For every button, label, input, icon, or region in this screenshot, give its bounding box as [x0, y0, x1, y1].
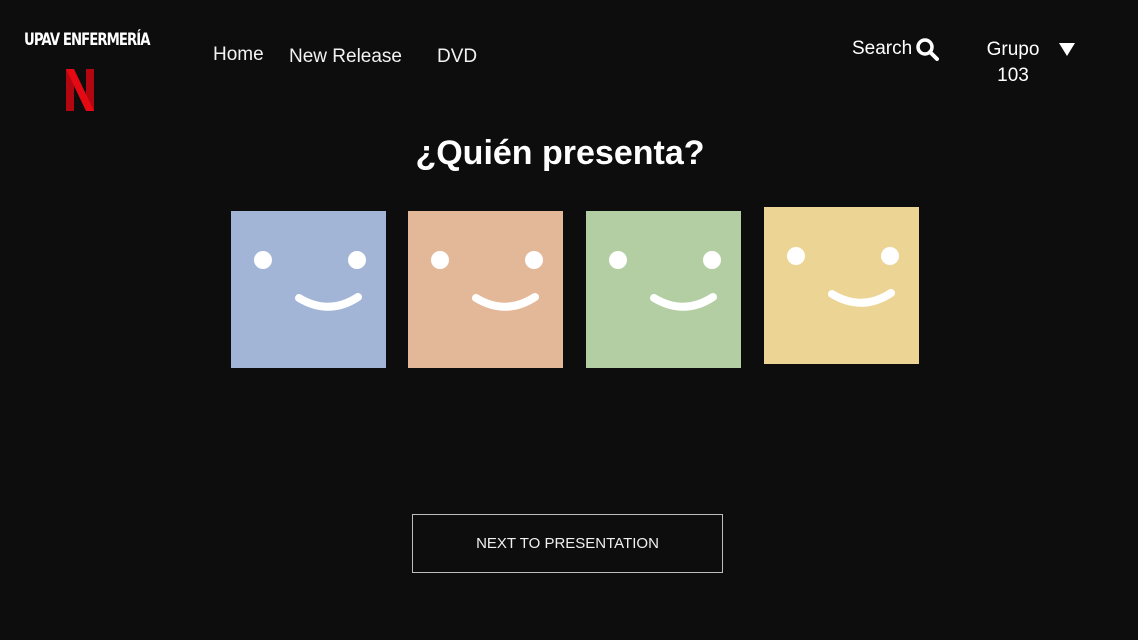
- smiley-face-icon: [408, 211, 563, 368]
- profile-3[interactable]: [586, 211, 741, 368]
- account-menu[interactable]: Grupo 103: [980, 37, 1046, 89]
- right-eye: [348, 251, 366, 269]
- brand: UPAV ENFERMERÍA: [24, 30, 151, 50]
- search-button[interactable]: Search: [852, 37, 940, 61]
- left-eye: [431, 251, 449, 269]
- profile-tile-bg: [764, 207, 919, 364]
- left-eye: [609, 251, 627, 269]
- profile-tile-bg: [231, 211, 386, 368]
- account-number: 103: [997, 65, 1029, 86]
- nav-new-release[interactable]: New Release: [289, 46, 402, 68]
- next-to-presentation-button[interactable]: NEXT TO PRESENTATION: [412, 514, 723, 573]
- smiley-face-icon: [586, 211, 741, 368]
- dropdown-caret-icon[interactable]: [1058, 42, 1076, 57]
- profile-2[interactable]: [408, 211, 563, 368]
- nav-home[interactable]: Home: [213, 44, 264, 66]
- smiley-face-icon: [764, 207, 919, 364]
- right-eye: [703, 251, 721, 269]
- page-title: ¿Quién presenta?: [415, 134, 705, 172]
- search-icon: [916, 38, 940, 61]
- smiley-face-icon: [231, 211, 386, 368]
- profile-4[interactable]: [764, 207, 919, 364]
- profile-tile-bg: [408, 211, 563, 368]
- brand-text: UPAV ENFERMERÍA: [24, 30, 151, 50]
- account-name: Grupo: [986, 39, 1040, 60]
- profile-1[interactable]: [231, 211, 386, 368]
- profile-tile-bg: [586, 211, 741, 368]
- left-eye: [254, 251, 272, 269]
- netflix-logo-icon[interactable]: [65, 68, 95, 112]
- right-eye: [525, 251, 543, 269]
- right-eye: [881, 247, 899, 265]
- search-label: Search: [852, 38, 913, 59]
- left-eye: [787, 247, 805, 265]
- nav-dvd[interactable]: DVD: [437, 46, 477, 68]
